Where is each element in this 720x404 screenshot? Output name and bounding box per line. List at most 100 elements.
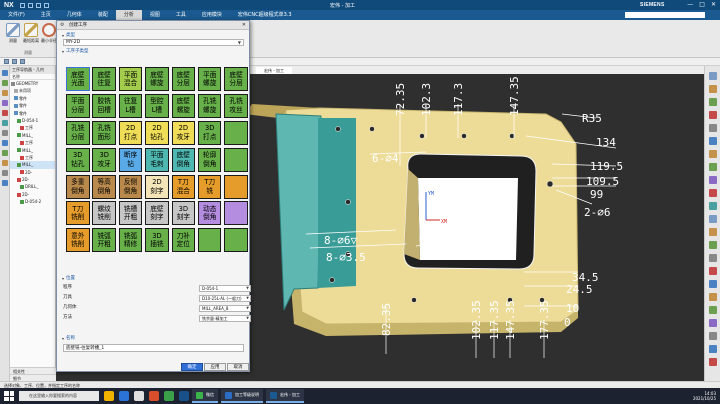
view-tool-icon[interactable] [709, 228, 717, 236]
measure-button[interactable]: 测量 [4, 23, 22, 44]
cut-icon[interactable] [43, 2, 49, 8]
subtype-tile[interactable]: T刀 铣削 [66, 201, 90, 226]
subtype-tile[interactable]: 刀补 定位 [171, 228, 196, 253]
navigator-row[interactable]: 零件 [10, 102, 55, 109]
view-tool-icon[interactable] [709, 332, 717, 340]
navigator-row[interactable]: 工序 [10, 139, 55, 146]
close-button[interactable]: ✕ [711, 1, 716, 8]
subtype-tile[interactable]: 胶铣 回槽 [92, 93, 116, 118]
view-tool-icon[interactable] [709, 111, 717, 119]
view-tool-icon[interactable] [709, 98, 717, 106]
subtype-tile[interactable]: 平面 分层 [66, 93, 90, 118]
view-tool-icon[interactable] [709, 358, 717, 366]
menu-item[interactable]: 几何体 [59, 10, 90, 20]
operation-name-input[interactable]: 底壁铣-往复转槽_1 [63, 344, 244, 352]
subtype-tile[interactable]: 铣弧 精修 [118, 228, 143, 253]
subtype-tile[interactable]: 2D 刻字 [145, 174, 169, 199]
subtype-tile[interactable]: 底壁 往复 [92, 67, 116, 91]
view-tool-icon[interactable] [709, 267, 717, 275]
section-subtype[interactable]: 工序子类型 [57, 48, 249, 55]
subtype-tile[interactable]: 孔铣 螺旋 [197, 93, 222, 118]
dependencies-panel[interactable]: 相关性 [10, 367, 56, 374]
subtype-tile[interactable]: 3D 插铣 [145, 228, 169, 253]
subtype-tile[interactable]: 多重 倒角 [66, 174, 90, 199]
subtype-tile[interactable]: 平面 混合 [118, 67, 143, 91]
resource-bar-icon[interactable] [2, 110, 8, 116]
subtype-tile[interactable]: 平面 螺旋 [197, 67, 222, 91]
view-tool-icon[interactable] [709, 293, 717, 301]
taskbar-search-input[interactable]: 在这里输入你要搜索的内容 [19, 391, 99, 401]
taskbar-app[interactable]: 加工等级说明 [221, 389, 263, 403]
subtype-tile[interactable]: 3D 攻牙 [92, 147, 116, 172]
resource-bar-icon[interactable] [2, 90, 8, 96]
tab-part[interactable]: 宏伟 - 加工 [256, 67, 292, 74]
subtype-tile[interactable]: 底壁 倒角 [171, 147, 196, 172]
resource-bar-icon[interactable] [2, 180, 8, 186]
navigator-row[interactable]: MILL_ [10, 161, 55, 169]
view-tool-icon[interactable] [709, 345, 717, 353]
redo-icon[interactable] [35, 2, 41, 8]
dialog-close-button[interactable]: ✕ [242, 21, 246, 30]
view-tool-icon[interactable] [709, 163, 717, 171]
save-icon[interactable] [19, 2, 25, 8]
subtype-tile[interactable]: T刀 铣 [197, 174, 222, 199]
subtype-tile[interactable]: T刀 混合 [171, 174, 196, 199]
subtype-tile[interactable]: 底壁 分层 [171, 67, 196, 91]
min-distance-button[interactable]: 最短距离 [22, 23, 40, 44]
folder-icon[interactable] [104, 391, 114, 401]
resource-bar-icon[interactable] [2, 70, 8, 76]
program-dropdown[interactable]: D-054-1 ▼ [199, 285, 251, 292]
method-dropdown[interactable]: 铣余量-精加工 ▼ [199, 315, 251, 322]
filter-icon[interactable] [12, 59, 17, 64]
subtype-tile[interactable]: 2D 打点 [118, 120, 143, 145]
subtype-tile[interactable]: 3D 刻字 [171, 201, 196, 226]
view-tool-icon[interactable] [709, 319, 717, 327]
subtype-tile[interactable]: 底壁 分层 [224, 67, 248, 91]
navigator-row[interactable]: MILL_ [10, 147, 55, 154]
cancel-button[interactable]: 取消 [227, 363, 249, 371]
subtype-tile[interactable]: 底壁 螺旋 [171, 93, 196, 118]
view-tool-icon[interactable] [709, 150, 717, 158]
menu-icon[interactable] [4, 59, 9, 64]
taskbar-app[interactable]: 宏伟 - 加工 [266, 389, 304, 403]
navigator-row[interactable]: 2D- [10, 169, 55, 176]
view-tool-icon[interactable] [709, 241, 717, 249]
subtype-tile[interactable]: 反侧 倒角 [118, 174, 143, 199]
windows-start-icon[interactable] [4, 391, 14, 401]
view-tool-icon[interactable] [709, 72, 717, 80]
undo-icon[interactable] [27, 2, 33, 8]
navigator-row[interactable]: 零件 [10, 110, 55, 117]
subtype-tile[interactable]: 断序 钻 [118, 147, 143, 172]
subtype-tile[interactable]: 铣槽 开粗 [118, 201, 143, 226]
resource-bar-icon[interactable] [2, 80, 8, 86]
tool-dropdown[interactable]: D10-25L-AL (一般刀) ▼ [199, 295, 251, 302]
resource-bar-icon[interactable] [2, 150, 8, 156]
geometry-dropdown[interactable]: MILL_AREA_8 ▼ [199, 305, 251, 312]
details-panel[interactable]: 细节 [10, 374, 56, 381]
menu-item[interactable]: 视图 [142, 10, 168, 20]
resource-bar-icon[interactable] [2, 170, 8, 176]
maximize-button[interactable]: □ [699, 1, 705, 8]
subtype-tile[interactable]: 平面 毛刺 [145, 147, 169, 172]
view-tool-icon[interactable] [709, 202, 717, 210]
menu-item[interactable]: 宏伟CNC超级程式单3.3 [230, 10, 300, 20]
subtype-tile[interactable]: 3D 打点 [197, 120, 222, 145]
taskbar-app[interactable]: 微信 [192, 389, 218, 403]
view-tool-icon[interactable] [709, 254, 717, 262]
menu-item[interactable]: 文件(F) [0, 10, 33, 20]
subtype-tile[interactable]: 螺纹 铣削 [92, 201, 116, 226]
subtype-tile[interactable] [224, 228, 248, 253]
view-tool-icon[interactable] [709, 176, 717, 184]
subtype-tile[interactable] [224, 174, 248, 199]
store-icon[interactable] [134, 391, 144, 401]
subtype-tile[interactable]: 底壁 光面 [66, 67, 90, 91]
subtype-tile[interactable]: 孔铣 攻丝 [224, 93, 248, 118]
subtype-tile[interactable]: 孔铣 分层 [66, 120, 90, 145]
navigator-row[interactable]: 2D- [10, 176, 55, 183]
view-tool-icon[interactable] [709, 189, 717, 197]
resource-bar-icon[interactable] [2, 160, 8, 166]
subtype-tile[interactable]: 底壁 刻字 [145, 201, 169, 226]
apply-button[interactable]: 应用 [204, 363, 226, 371]
view-tool-icon[interactable] [709, 280, 717, 288]
subtype-tile[interactable]: 底壁 螺旋 [145, 67, 169, 91]
